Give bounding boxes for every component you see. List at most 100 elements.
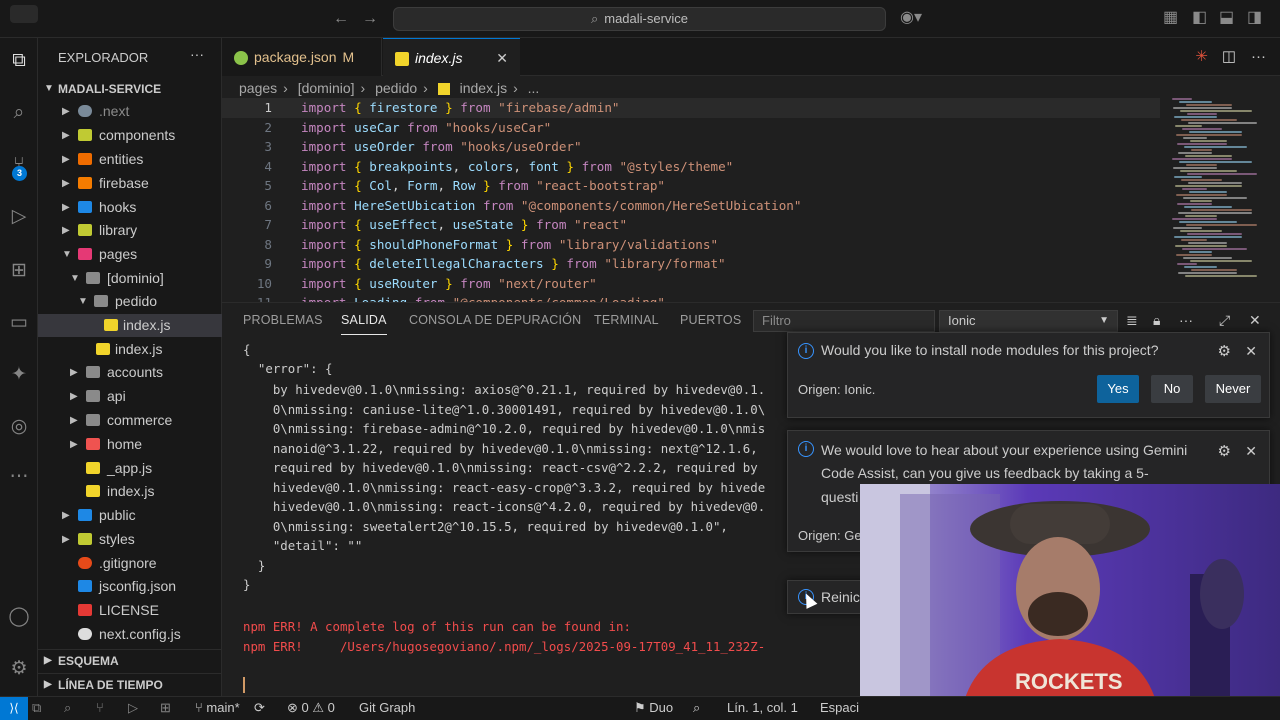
tree-file-gitignore[interactable]: .gitignore	[38, 552, 222, 575]
code-line[interactable]: 9 import { deleteIllegalCharacters } from…	[222, 254, 1170, 274]
explorer-icon[interactable]: ⧉	[32, 697, 41, 719]
tree-file-nextconfig[interactable]: next.config.js	[38, 623, 222, 646]
remote-explorer-icon[interactable]: ▭	[0, 308, 38, 338]
cursor-position[interactable]: Lín. 1, col. 1	[727, 697, 798, 719]
extensions-icon[interactable]: ⊞	[160, 697, 171, 719]
toggle-sidebar-icon[interactable]: ◧	[1192, 10, 1207, 26]
lock-scroll-icon[interactable]: 🔒︎	[1153, 312, 1160, 329]
customize-layout-icon[interactable]: ▦	[1163, 10, 1178, 26]
code-line[interactable]: 7 import { useEffect, useState } from "re…	[222, 215, 1170, 235]
ionic-logo-icon[interactable]: ◎	[0, 412, 38, 442]
no-button[interactable]: No	[1151, 375, 1193, 403]
tab-problems[interactable]: PROBLEMAS	[243, 313, 323, 327]
tab-terminal[interactable]: TERMINAL	[594, 313, 659, 327]
code-line[interactable]: 10 import { useRouter } from "next/router…	[222, 274, 1170, 294]
split-editor-icon[interactable]: ◫	[1222, 38, 1236, 76]
tree-folder-home[interactable]: ▶ home	[38, 433, 222, 456]
code-line[interactable]: 1 import { firestore } from "firebase/adm…	[222, 98, 1170, 118]
branch-indicator[interactable]: ⑂ main*	[195, 697, 240, 719]
more-actions-icon[interactable]: ···	[1251, 38, 1266, 76]
gear-icon[interactable]: ⚙	[1218, 442, 1231, 460]
breadcrumb-item[interactable]: index.js	[460, 80, 507, 96]
code-line[interactable]: 8 import { shouldPhoneFormat } from "libr…	[222, 235, 1170, 255]
close-icon[interactable]: ✕	[1245, 343, 1257, 360]
run-debug-icon[interactable]: ▷	[128, 697, 138, 719]
explorer-icon[interactable]: ⧉	[0, 46, 38, 76]
tree-folder-pedido[interactable]: ▼ pedido	[38, 290, 222, 313]
problems-indicator[interactable]: ⊗ 0 ⚠ 0	[287, 697, 335, 719]
workspace-root[interactable]: ▼ MADALI-SERVICE	[38, 78, 222, 100]
search-icon[interactable]: ⌕	[0, 98, 38, 128]
breadcrumb-item[interactable]: [dominio]	[298, 80, 355, 96]
source-control-icon[interactable]: ⑂	[96, 697, 104, 719]
tree-folder-firebase[interactable]: ▶ firebase	[38, 172, 222, 195]
code-line[interactable]: 5 import { Col, Form, Row } from "react-b…	[222, 176, 1170, 196]
zoom-icon[interactable]: ⌕	[693, 697, 700, 719]
tab-package-json[interactable]: package.json M	[222, 38, 382, 76]
tab-ports[interactable]: PUERTOS	[680, 313, 741, 327]
clear-output-icon[interactable]: ≣	[1126, 312, 1138, 329]
command-center-search[interactable]: ⌕ madali-service	[393, 7, 886, 31]
copilot-icon[interactable]: ◉▾	[900, 10, 922, 26]
tree-folder-entities[interactable]: ▶ entities	[38, 148, 222, 171]
tree-file-jsconfig[interactable]: jsconfig.json	[38, 575, 222, 598]
tree-folder-next[interactable]: ▶ .next	[38, 100, 222, 123]
gear-icon[interactable]: ⚙	[1218, 342, 1231, 360]
sync-icon[interactable]: ⟳	[254, 697, 265, 719]
more-actions-icon[interactable]: ···	[1179, 312, 1193, 328]
remote-indicator-icon[interactable]: ⟩⟨	[0, 697, 28, 720]
run-debug-icon[interactable]: ▷	[0, 202, 38, 232]
tree-folder-components[interactable]: ▶ components	[38, 124, 222, 147]
tree-file-index-pedido[interactable]: index.js	[38, 314, 222, 337]
tree-folder-pages[interactable]: ▼ pages	[38, 243, 222, 266]
ionic-icon[interactable]: ✦	[0, 360, 38, 390]
tree-folder-public[interactable]: ▶ public	[38, 504, 222, 527]
code-line[interactable]: 3 import useOrder from "hooks/useOrder"	[222, 137, 1170, 157]
maximize-panel-icon[interactable]: ⤢	[1219, 312, 1230, 329]
output-channel-select[interactable]: Ionic ▼	[939, 310, 1118, 332]
minimap[interactable]	[1160, 98, 1270, 302]
breadcrumb-item[interactable]: pedido	[375, 80, 417, 96]
close-panel-icon[interactable]: ✕	[1249, 312, 1261, 329]
tree-file-app[interactable]: _app.js	[38, 457, 222, 480]
more-icon[interactable]: ⋯	[0, 462, 38, 492]
tree-folder-commerce[interactable]: ▶ commerce	[38, 409, 222, 432]
extensions-icon[interactable]: ⊞	[0, 256, 38, 286]
close-icon[interactable]: ✕	[496, 39, 508, 77]
toggle-panel-icon[interactable]: ⬓	[1219, 10, 1234, 26]
menu-icon[interactable]	[10, 5, 38, 23]
timeline-section[interactable]: ▶ LÍNEA DE TIEMPO	[38, 673, 222, 695]
tree-folder-library[interactable]: ▶ library	[38, 219, 222, 242]
forward-arrow-icon[interactable]: →	[362, 11, 378, 27]
outline-section[interactable]: ▶ ESQUEMA	[38, 649, 222, 671]
tab-index-js[interactable]: index.js ✕	[383, 38, 520, 76]
code-editor[interactable]: 1 import { firestore } from "firebase/adm…	[222, 98, 1170, 302]
code-line[interactable]: 4 import { breakpoints, colors, font } fr…	[222, 157, 1170, 177]
tree-folder-dominio[interactable]: ▼ [dominio]	[38, 267, 222, 290]
code-line[interactable]: 6 import HereSetUbication from "@componen…	[222, 196, 1170, 216]
tree-file-index-dominio[interactable]: index.js	[38, 338, 222, 361]
git-graph-button[interactable]: Git Graph	[359, 697, 415, 719]
tab-output[interactable]: SALIDA	[341, 313, 387, 327]
back-arrow-icon[interactable]: ←	[333, 11, 349, 27]
duo-indicator[interactable]: ⚑ Duo	[634, 697, 673, 719]
never-button[interactable]: Never	[1205, 375, 1261, 403]
output-filter-input[interactable]: Filtro	[753, 310, 935, 332]
account-icon[interactable]: ◯	[0, 602, 38, 632]
indentation[interactable]: Espaci	[820, 697, 859, 719]
tree-file-license[interactable]: LICENSE	[38, 599, 222, 622]
close-icon[interactable]: ✕	[1245, 443, 1257, 460]
tree-folder-styles[interactable]: ▶ styles	[38, 528, 222, 551]
breadcrumb-item[interactable]: ...	[528, 80, 540, 96]
tree-folder-hooks[interactable]: ▶ hooks	[38, 196, 222, 219]
more-actions-icon[interactable]: ···	[190, 46, 204, 62]
tree-folder-accounts[interactable]: ▶ accounts	[38, 361, 222, 384]
tree-folder-api[interactable]: ▶ api	[38, 385, 222, 408]
tree-file-index-pages[interactable]: index.js	[38, 480, 222, 503]
search-icon[interactable]: ⌕	[64, 697, 71, 719]
tab-debug-console[interactable]: CONSOLA DE DEPURACIÓN	[409, 313, 581, 327]
manage-gear-icon[interactable]: ⚙	[0, 654, 38, 684]
gemini-icon[interactable]: ✳	[1195, 38, 1208, 76]
code-line[interactable]: 11 import Loading from "@components/commo…	[222, 293, 1170, 302]
code-line[interactable]: 2 import useCar from "hooks/useCar"	[222, 118, 1170, 138]
